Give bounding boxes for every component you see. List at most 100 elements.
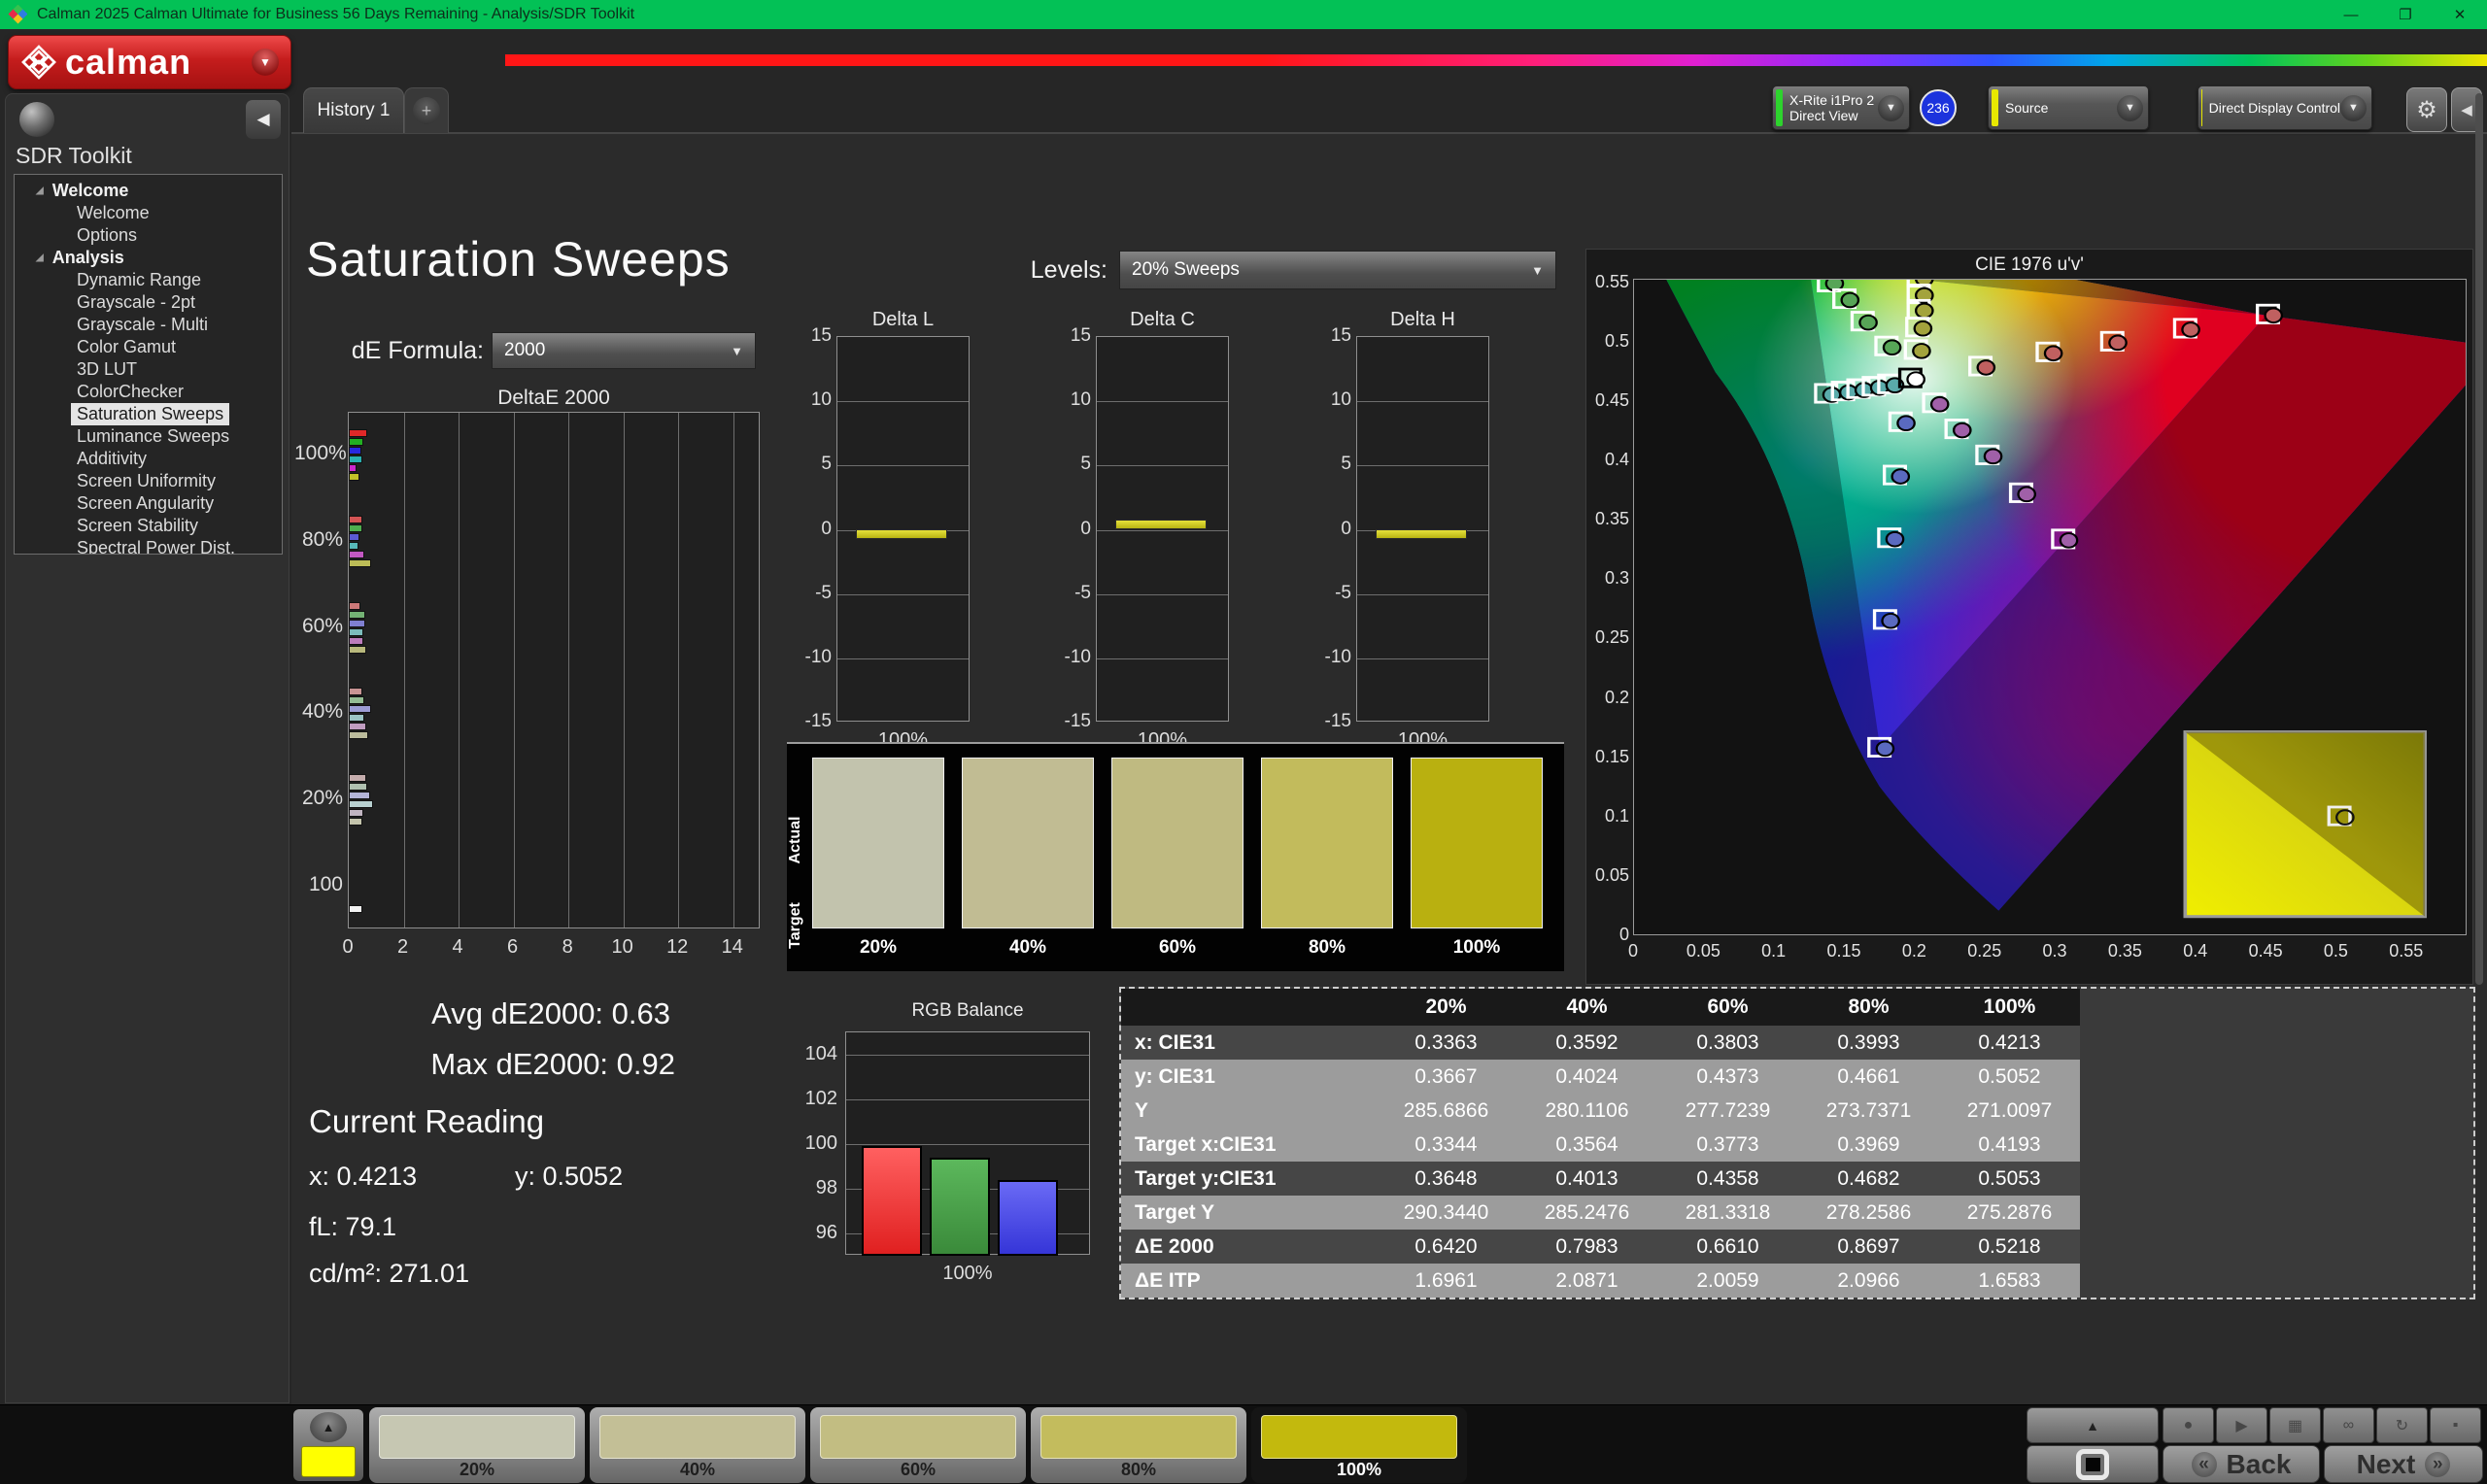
delta-c-chart: Delta C151050-5-10-15100%	[1056, 309, 1231, 746]
right-panel-handle[interactable]	[2475, 93, 2483, 985]
sidebar-item-grayscale-multi[interactable]: Grayscale - Multi	[71, 314, 214, 336]
delta-h-chart: Delta H151050-5-10-15100%	[1316, 309, 1491, 746]
cie-x-tick-label: 0.25	[1956, 941, 2014, 961]
sidebar-item-spectral-power-dist[interactable]: Spectral Power Dist.	[71, 537, 241, 555]
source-status-stripe	[1992, 89, 1998, 126]
meter-dropdown[interactable]: X-Rite i1Pro 2 Direct View ▼	[1772, 85, 1910, 130]
sidebar-item-luminance-sweeps[interactable]: Luminance Sweeps	[71, 425, 235, 448]
gridline	[846, 1099, 1089, 1100]
transport-button-4[interactable]: ↻	[2376, 1407, 2428, 1443]
deltae2000-chart: DeltaE 2000 100%80%60%40%20%100 02468101…	[306, 387, 772, 979]
y-tick-label: 104	[795, 1043, 837, 1065]
swatch-color	[812, 758, 944, 928]
sidebar-item-welcome[interactable]: Welcome	[71, 202, 155, 224]
delta-value-bar	[1115, 520, 1208, 529]
table-cell: 0.6610	[1657, 1230, 1798, 1264]
cie-magenta-4-measured-point	[2061, 533, 2077, 548]
swatch-60: 60%	[1111, 758, 1244, 959]
transport-button-5[interactable]: ▪	[2430, 1407, 2481, 1443]
y-tick-label: 102	[795, 1088, 837, 1110]
sidebar-item-screen-angularity[interactable]: Screen Angularity	[71, 492, 220, 515]
patch-selector[interactable]: ▲	[293, 1409, 363, 1481]
sidebar-item-colorchecker[interactable]: ColorChecker	[71, 381, 189, 403]
patch-card-40[interactable]: 40%	[590, 1407, 805, 1483]
sidebar-item-saturation-sweeps[interactable]: Saturation Sweeps	[71, 403, 229, 425]
collapse-left-icon: ◀	[2461, 101, 2472, 118]
next-button[interactable]: Next »	[2324, 1445, 2483, 1483]
transport-button-0[interactable]: ●	[2163, 1407, 2214, 1443]
meter-line1: X-Rite i1Pro 2	[1789, 92, 1874, 108]
patch-card-60[interactable]: 60%	[810, 1407, 1026, 1483]
display-control-label: Direct Display Control	[2205, 100, 2340, 116]
de-formula-select[interactable]: 2000 ▼	[492, 332, 756, 369]
sidebar-item-screen-stability[interactable]: Screen Stability	[71, 515, 204, 537]
rgb-balance-title: RGB Balance	[845, 1000, 1090, 1022]
y-tick-label: 10	[1056, 389, 1091, 411]
gridline	[733, 413, 734, 928]
patch-card-80[interactable]: 80%	[1031, 1407, 1246, 1483]
up-arrow-icon: ▲	[2086, 1418, 2099, 1433]
sidebar-section-analysis[interactable]: ◢Analysis	[15, 247, 282, 269]
levels-select[interactable]: 20% Sweeps ▼	[1119, 251, 1556, 289]
sidebar-collapse-button[interactable]: ◀	[246, 100, 281, 139]
panel-up-button[interactable]: ▲	[2027, 1407, 2159, 1443]
reading-x-value: x: 0.4213	[309, 1162, 417, 1192]
sidebar-item-screen-uniformity[interactable]: Screen Uniformity	[71, 470, 221, 492]
gridline	[624, 413, 625, 928]
sidebar-item-3d-lut[interactable]: 3D LUT	[71, 358, 143, 381]
table-cell: 0.4024	[1516, 1060, 1657, 1094]
reading-cdm2-value: cd/m²: 271.01	[309, 1259, 469, 1289]
rgb-bar-blue	[998, 1180, 1058, 1256]
back-button[interactable]: « Back	[2163, 1445, 2320, 1483]
sidebar-item-additivity[interactable]: Additivity	[71, 448, 153, 470]
settings-button[interactable]: ⚙	[2406, 87, 2447, 132]
source-dropdown[interactable]: Source ▼	[1988, 85, 2149, 130]
transport-button-1[interactable]: ▶	[2216, 1407, 2267, 1443]
meter-count-badge[interactable]: 236	[1920, 89, 1957, 126]
delta-plot-area	[1096, 336, 1229, 722]
calman-menu-arrow-icon: ▼	[252, 49, 279, 76]
swatch-row: 20%40%60%80%100%	[812, 758, 1543, 959]
sidebar-item-color-gamut[interactable]: Color Gamut	[71, 336, 182, 358]
patch-card-100[interactable]: 100%	[1251, 1407, 1467, 1483]
restore-icon[interactable]: ❐	[2378, 0, 2433, 29]
cie-yellow-4-measured-point	[1913, 344, 1929, 358]
sidebar-section-welcome[interactable]: ◢Welcome	[15, 180, 282, 202]
minimize-icon[interactable]: —	[2324, 0, 2378, 29]
close-icon[interactable]: ✕	[2433, 0, 2487, 29]
y-tick-label: 15	[797, 325, 832, 347]
row-label: x: CIE31	[1121, 1026, 1376, 1060]
de-bar-100-0	[349, 905, 362, 913]
y-tick-label: 15	[1316, 325, 1351, 347]
expander-icon: ◢	[36, 186, 44, 196]
table-cell: 0.4193	[1939, 1128, 2080, 1162]
display-control-dropdown[interactable]: Direct Display Control ▼	[2197, 85, 2372, 130]
next-button-label: Next	[2357, 1449, 2416, 1480]
de-formula-value: 2000	[504, 340, 545, 361]
gridline	[1097, 465, 1228, 466]
transport-button-2[interactable]: ▦	[2269, 1407, 2321, 1443]
add-tab-button[interactable]: +	[404, 87, 449, 133]
de-bar-60-5	[349, 646, 366, 654]
y-tick-label: 5	[1316, 454, 1351, 475]
cie-x-tick-label: 0.55	[2377, 941, 2436, 961]
meter-line2: Direct View	[1789, 108, 1858, 123]
sidebar-item-options[interactable]: Options	[71, 224, 143, 247]
delta-chart-title: Delta L	[836, 309, 970, 331]
sidebar-item-dynamic-range[interactable]: Dynamic Range	[71, 269, 207, 291]
cie-x-tick-label: 0	[1604, 941, 1662, 961]
calman-menu-button[interactable]: calman ▼	[8, 35, 291, 89]
x-tick-label: 2	[384, 936, 423, 959]
cie-magenta-2-measured-point	[1985, 450, 2001, 464]
levels-label: Levels:	[962, 256, 1107, 285]
transport-button-3[interactable]: ∞	[2323, 1407, 2374, 1443]
y-tick-label: -5	[797, 583, 832, 604]
table-cell: 2.0871	[1516, 1264, 1657, 1298]
stop-measure-button[interactable]	[2027, 1445, 2159, 1483]
y-tick-label: 5	[797, 454, 832, 475]
patch-card-20[interactable]: 20%	[369, 1407, 585, 1483]
patch-card-row: 20%40%60%80%100%	[369, 1407, 1467, 1483]
tab-history-1[interactable]: History 1	[303, 87, 404, 133]
table-cell: 0.3344	[1376, 1128, 1516, 1162]
sidebar-item-grayscale-2pt[interactable]: Grayscale - 2pt	[71, 291, 201, 314]
